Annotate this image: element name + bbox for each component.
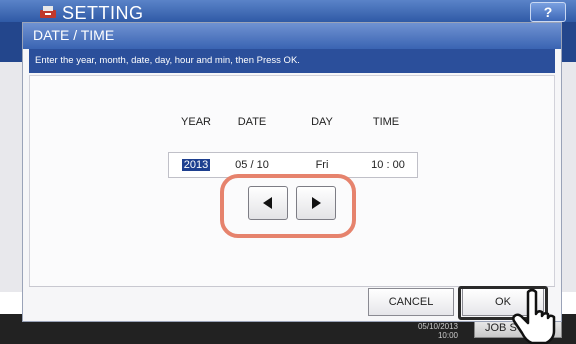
- triangle-left-icon: [263, 197, 272, 209]
- footer-time: 10:00: [437, 331, 458, 340]
- year-field[interactable]: 2013: [170, 159, 222, 171]
- time-header: TIME: [372, 116, 400, 128]
- date-field[interactable]: 05 / 10: [226, 159, 278, 171]
- time-field[interactable]: 10 : 00: [362, 159, 414, 171]
- triangle-right-icon: [312, 197, 321, 209]
- year-value: 2013: [181, 159, 211, 171]
- footer-date: 05/10/2013: [417, 322, 458, 331]
- date-header: DATE: [237, 116, 267, 128]
- day-header: DAY: [311, 116, 333, 128]
- right-arrow-button[interactable]: [296, 186, 336, 220]
- cancel-button[interactable]: CANCEL: [368, 288, 454, 316]
- date-value: 05 / 10: [235, 159, 269, 171]
- help-button[interactable]: ?: [530, 2, 566, 22]
- year-header: YEAR: [181, 116, 211, 128]
- app-header: SETTING ?: [0, 0, 576, 23]
- dialog-title-bar: DATE / TIME: [23, 23, 561, 49]
- time-value: 10 : 00: [371, 159, 405, 171]
- day-field[interactable]: Fri: [296, 159, 348, 171]
- app-left-panel: [0, 62, 23, 292]
- left-arrow-button[interactable]: [248, 186, 288, 220]
- setting-app-icon: [40, 6, 56, 18]
- dialog-title: DATE / TIME: [33, 27, 115, 43]
- day-value: Fri: [315, 159, 329, 171]
- footer-datetime: 05/10/2013 10:00: [412, 322, 458, 340]
- app-title: SETTING: [62, 3, 144, 23]
- instruction-text: Enter the year, month, date, day, hour a…: [35, 55, 300, 66]
- pointing-hand-icon: [512, 288, 556, 344]
- instruction-bar: Enter the year, month, date, day, hour a…: [29, 49, 555, 73]
